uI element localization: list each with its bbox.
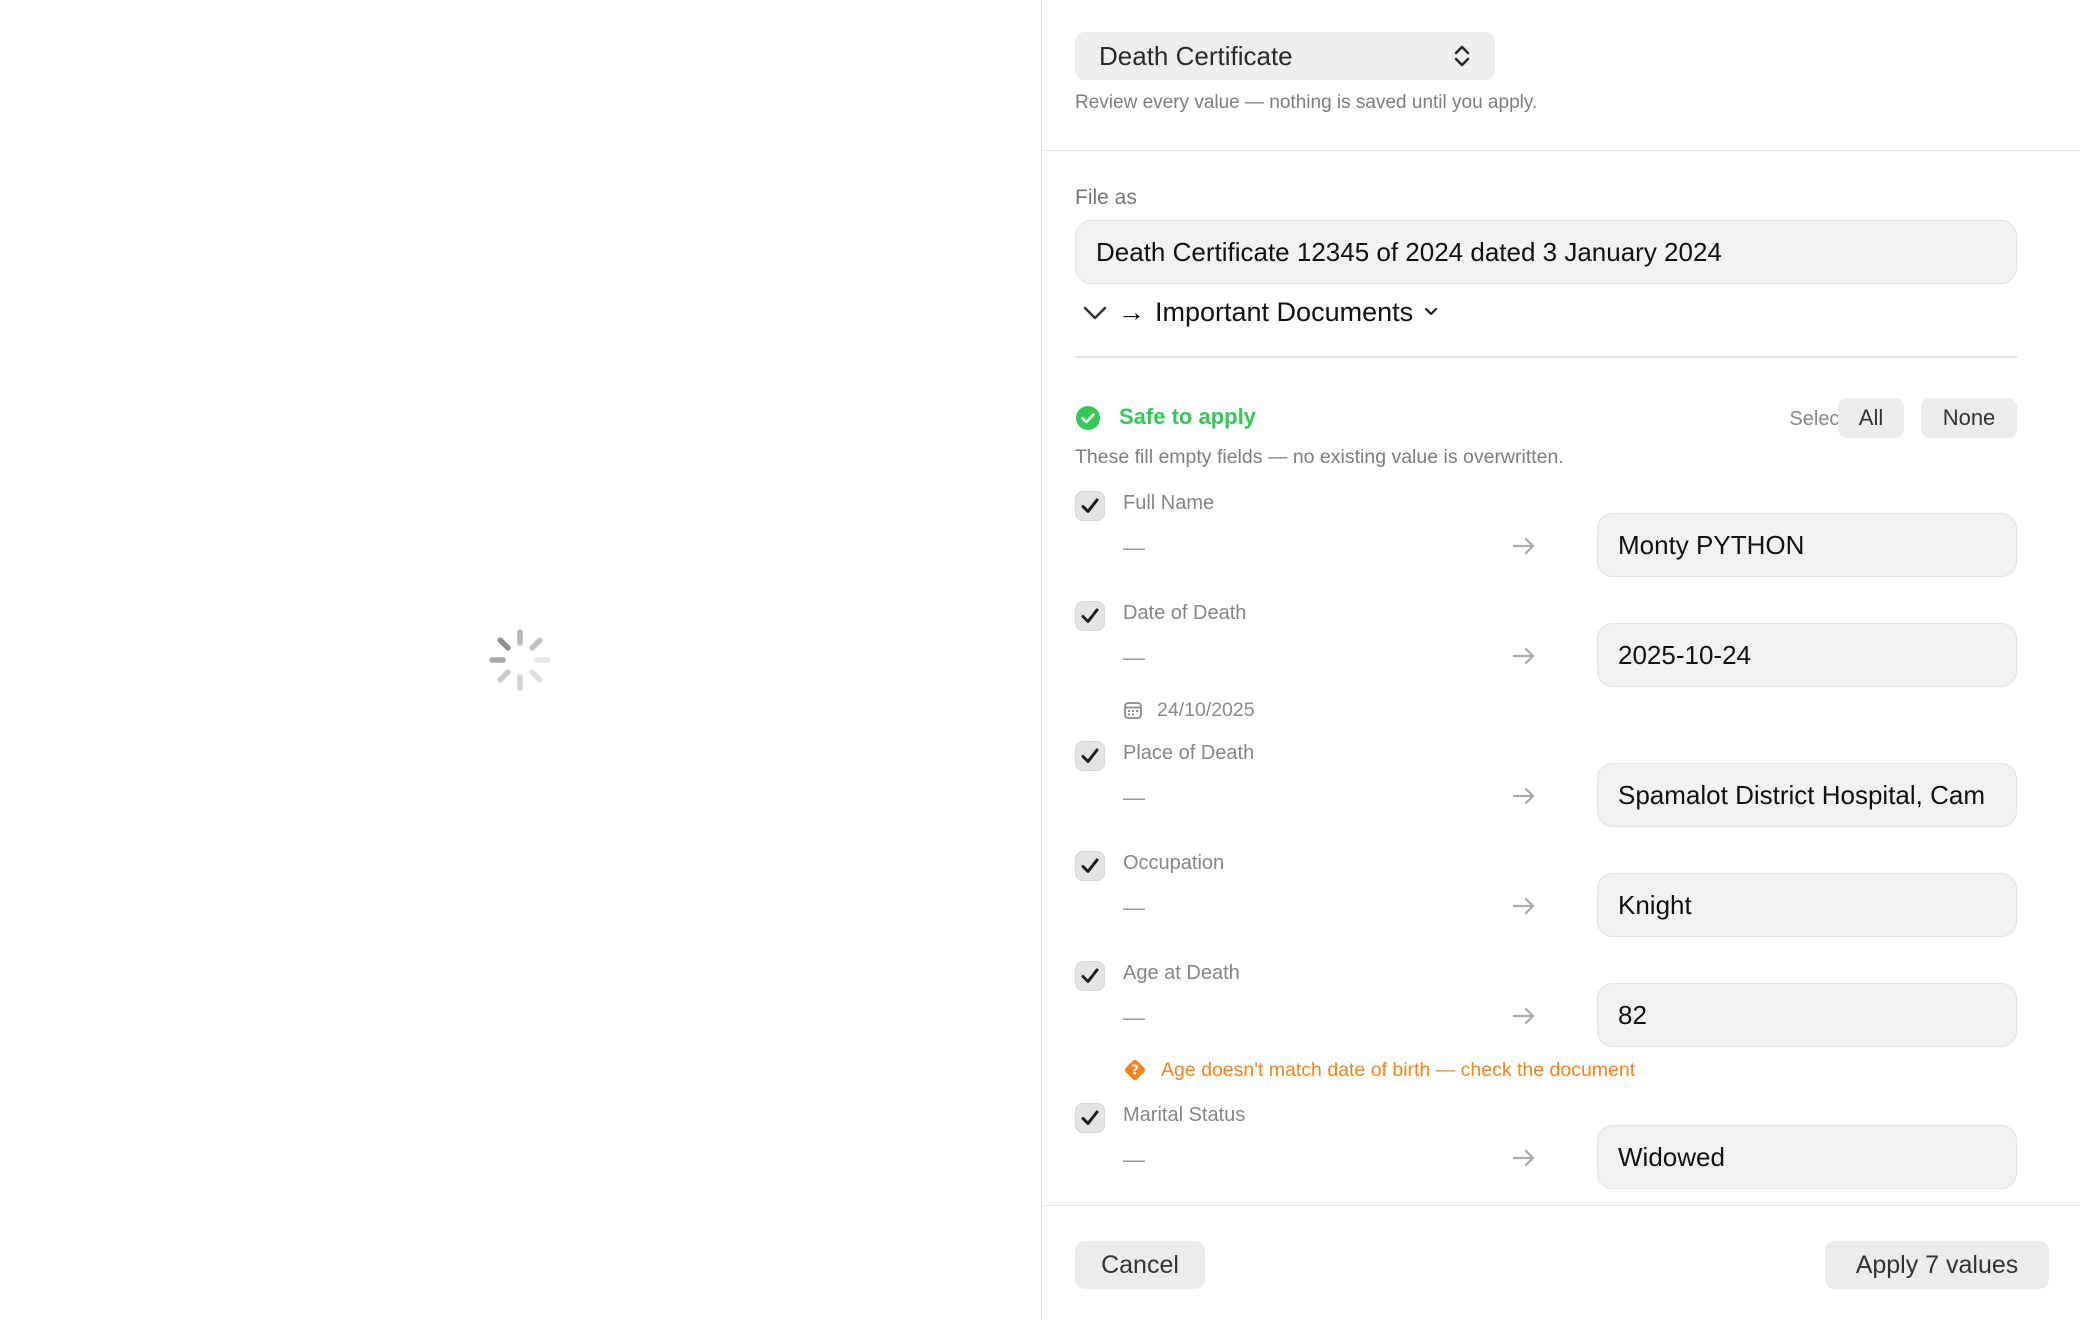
field-checkbox[interactable] — [1075, 741, 1105, 771]
field-new-value-input[interactable]: Spamalot District Hospital, Cam — [1597, 763, 2017, 827]
field-label: Age at Death — [1123, 962, 1240, 984]
svg-text:?: ? — [1131, 1064, 1139, 1079]
document-preview-pane — [0, 0, 1041, 1320]
field-checkbox[interactable] — [1075, 1103, 1105, 1133]
field-new-value-input[interactable]: 82 — [1597, 983, 2017, 1047]
field-warning: ? Age doesn't match date of birth — check… — [1123, 1057, 1635, 1083]
field-old-value: — — [1123, 645, 1145, 670]
field-old-value: — — [1123, 535, 1145, 560]
field-old-value: — — [1123, 1147, 1145, 1172]
cancel-button[interactable]: Cancel — [1075, 1241, 1205, 1289]
file-as-input[interactable]: Death Certificate 12345 of 2024 dated 3 … — [1075, 220, 2017, 284]
field-new-value: 2025-10-24 — [1618, 639, 1751, 670]
panel-footer: Cancel Apply 7 values — [1042, 1205, 2080, 1321]
safe-to-apply-header: Safe to apply Select All None — [1075, 396, 2017, 440]
field-new-value: Knight — [1618, 889, 1692, 920]
field-new-value-input[interactable]: Monty PYTHON — [1597, 513, 2017, 577]
apply-button[interactable]: Apply 7 values — [1825, 1241, 2049, 1289]
arrow-right-icon — [1512, 897, 1535, 915]
field-new-value: 82 — [1618, 999, 1647, 1030]
field-checkbox[interactable] — [1075, 961, 1105, 991]
panel-header: Death Certificate Review every value — n… — [1042, 0, 2080, 151]
document-type-select[interactable]: Death Certificate — [1075, 32, 1495, 80]
checkmark-icon — [1081, 968, 1099, 983]
arrow-right-icon — [1512, 1007, 1535, 1025]
folder-row[interactable]: → Important Documents — [1082, 292, 1439, 332]
field-checkbox[interactable] — [1075, 851, 1105, 881]
folder-dropdown-chevron-icon[interactable] — [1423, 304, 1439, 320]
safe-to-apply-title: Safe to apply — [1119, 404, 1256, 429]
checkmark-circle-icon — [1076, 406, 1100, 430]
checkmark-icon — [1081, 858, 1099, 873]
file-as-value: Death Certificate 12345 of 2024 dated 3 … — [1096, 236, 1722, 267]
warning-icon: ? — [1124, 1059, 1146, 1081]
divider — [1075, 356, 2017, 358]
loading-spinner-icon — [489, 629, 551, 691]
field-new-value: Monty PYTHON — [1618, 529, 1805, 560]
field-label: Full Name — [1123, 492, 1215, 514]
up-down-chevron-icon — [1454, 45, 1470, 67]
field-label: Marital Status — [1123, 1104, 1246, 1126]
panel-body: File as Death Certificate 12345 of 2024 … — [1042, 152, 2080, 1205]
checkmark-icon — [1081, 748, 1099, 763]
field-checkbox[interactable] — [1075, 491, 1105, 521]
select-all-button[interactable]: All — [1838, 398, 1904, 438]
field-new-value-input[interactable]: Knight — [1597, 873, 2017, 937]
field-date-note: 24/10/2025 — [1123, 697, 1255, 723]
field-note-text: 24/10/2025 — [1157, 698, 1255, 721]
select-none-button[interactable]: None — [1921, 398, 2017, 438]
review-panel: Death Certificate Review every value — n… — [1041, 0, 2080, 1320]
field-new-value: Widowed — [1618, 1141, 1725, 1172]
review-hint: Review every value — nothing is saved un… — [1075, 92, 1538, 113]
field-old-value: — — [1123, 895, 1145, 920]
field-old-value: — — [1123, 785, 1145, 810]
checkmark-icon — [1081, 608, 1099, 623]
arrow-right-icon — [1512, 787, 1535, 805]
field-old-value: — — [1123, 1005, 1145, 1030]
arrow-right-icon — [1512, 1149, 1535, 1167]
arrow-right-icon — [1512, 537, 1535, 555]
safe-to-apply-hint: These fill empty fields — no existing va… — [1075, 446, 1564, 468]
checkmark-icon — [1081, 498, 1099, 513]
document-type-value: Death Certificate — [1099, 40, 1293, 71]
field-checkbox[interactable] — [1075, 601, 1105, 631]
field-note-text: Age doesn't match date of birth — check … — [1161, 1058, 1636, 1081]
field-new-value-input[interactable]: 2025-10-24 — [1597, 623, 2017, 687]
folder-arrow-icon: → — [1118, 296, 1145, 327]
arrow-right-icon — [1512, 647, 1535, 665]
field-label: Occupation — [1123, 852, 1225, 874]
calendar-icon — [1124, 702, 1142, 719]
checkmark-icon — [1081, 1110, 1099, 1125]
folder-name[interactable]: Important Documents — [1155, 297, 1413, 328]
field-new-value-input[interactable]: Widowed — [1597, 1125, 2017, 1189]
field-label: Place of Death — [1123, 742, 1255, 764]
file-as-label: File as — [1075, 186, 1137, 209]
field-label: Date of Death — [1123, 602, 1247, 624]
chevron-down-icon[interactable] — [1082, 299, 1108, 325]
select-label: Select — [1789, 408, 1845, 430]
field-new-value: Spamalot District Hospital, Cam — [1618, 779, 1985, 810]
